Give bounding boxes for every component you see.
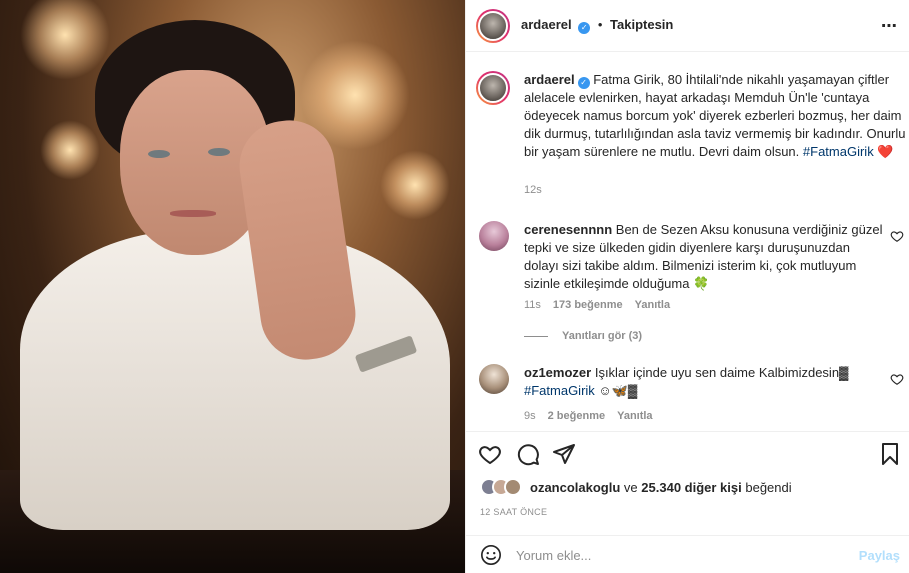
comment-icon[interactable]	[516, 442, 540, 466]
comment-input[interactable]	[516, 545, 836, 565]
comment-like-icon[interactable]	[890, 372, 904, 386]
heart-emoji: ❤️	[877, 144, 894, 159]
comment-meta: 9s 2 beğenme Yanıtla	[524, 410, 653, 422]
liker-avatar	[504, 478, 522, 496]
likes-suffix: beğendi	[745, 479, 792, 495]
comment-body: Işıklar içinde uyu sen daime Kalbimizdes…	[594, 365, 849, 380]
emoji-icon[interactable]	[480, 544, 502, 566]
replies-line	[524, 335, 548, 337]
bookmark-icon[interactable]	[878, 442, 902, 466]
comment-like-icon[interactable]	[890, 229, 904, 243]
verified-icon: ✓	[578, 22, 591, 34]
author-username[interactable]: ardaerel	[521, 17, 572, 32]
post-age[interactable]: 12 SAAT ÖNCE	[480, 507, 547, 517]
commenter-avatar[interactable]	[479, 364, 509, 394]
comment-text: cerenesennnn Ben de Sezen Aksu konusuna …	[524, 221, 886, 293]
action-bar	[466, 431, 909, 475]
post-photo[interactable]	[0, 0, 465, 573]
comment-time[interactable]: 9s	[524, 410, 536, 422]
likes-connector: ve	[623, 479, 638, 495]
caption-username[interactable]: ardaerel	[524, 72, 575, 87]
comment-meta: 11s 173 beğenme Yanıtla	[524, 299, 670, 311]
view-replies-button[interactable]: Yanıtları gör (3)	[524, 330, 642, 342]
commenter-username[interactable]: oz1emozer	[524, 365, 591, 380]
reply-button[interactable]: Yanıtla	[617, 410, 652, 422]
caption-text: ardaerel ✓ Fatma Girik, 80 İhtilali'nde n…	[524, 71, 906, 161]
post-panel: ardaerel ✓ • Takiptesin ⋯ ardaerel ✓ Fatm…	[465, 0, 909, 573]
comment-text: oz1emozer Işıklar içinde uyu sen daime K…	[524, 364, 886, 400]
commenter-avatar[interactable]	[479, 221, 509, 251]
comments-section[interactable]: ardaerel ✓ Fatma Girik, 80 İhtilali'nde n…	[466, 53, 909, 431]
caption-hashtag[interactable]: #FatmaGirik	[803, 144, 874, 159]
more-options-icon[interactable]: ⋯	[881, 16, 898, 36]
comment-time[interactable]: 11s	[524, 299, 541, 311]
post-comment-button[interactable]: Paylaş	[859, 548, 900, 563]
like-heart-icon[interactable]	[478, 442, 502, 466]
follow-status[interactable]: Takiptesin	[610, 17, 673, 32]
verified-icon: ✓	[577, 77, 590, 89]
caption-avatar[interactable]	[476, 71, 510, 105]
reply-button[interactable]: Yanıtla	[635, 299, 670, 311]
likes-others[interactable]: 25.340 diğer kişi	[641, 480, 741, 495]
likes-summary: ozancolakoglu ve 25.340 diğer kişi beğen…	[480, 478, 792, 496]
likes-text: ozancolakoglu ve 25.340 diğer kişi beğen…	[530, 480, 792, 495]
liker-username[interactable]: ozancolakoglu	[530, 480, 620, 495]
caption-time[interactable]: 12s	[524, 184, 542, 196]
post-header: ardaerel ✓ • Takiptesin ⋯	[466, 0, 909, 52]
add-comment-bar: Paylaş	[466, 535, 909, 573]
commenter-username[interactable]: cerenesennnn	[524, 222, 612, 237]
comment-emoji: ☺🦋▓	[594, 383, 638, 398]
author-info: ardaerel ✓ • Takiptesin	[521, 17, 673, 34]
comment-likes[interactable]: 2 beğenme	[548, 410, 605, 422]
comment-hashtag[interactable]: #FatmaGirik	[524, 383, 595, 398]
separator-dot: •	[597, 17, 603, 32]
share-send-icon[interactable]	[552, 442, 576, 466]
author-avatar[interactable]	[476, 8, 510, 43]
view-replies-label: Yanıtları gör (3)	[562, 330, 643, 342]
comment-likes[interactable]: 173 beğenme	[553, 299, 623, 311]
